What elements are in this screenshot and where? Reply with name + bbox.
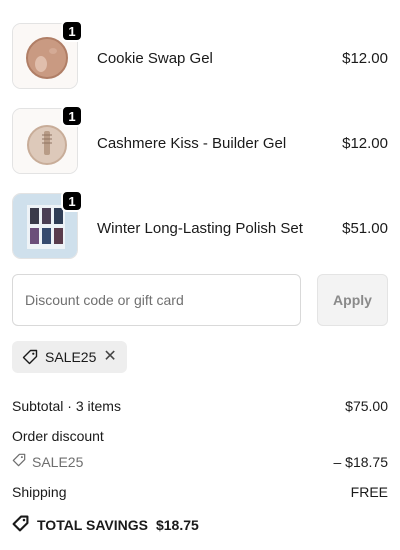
discount-value: – $18.75 [333,453,389,470]
product-thumbnail: 1 [12,190,83,263]
product-thumbnail: 1 [12,20,83,93]
apply-button[interactable]: Apply [317,274,388,326]
subtotal-row: Subtotal · 3 items $75.00 [12,398,388,414]
quantity-badge: 1 [61,20,83,42]
subtotal-value: $75.00 [345,398,388,414]
tag-icon [22,349,38,365]
line-item: 1 Cookie Swap Gel $12.00 [12,20,388,93]
shipping-value: FREE [350,484,388,500]
product-name: Cookie Swap Gel [97,49,213,67]
quantity-badge: 1 [61,190,83,212]
subtotal-label: Subtotal · 3 items [12,398,121,414]
product-price: $12.00 [342,134,388,152]
product-name: Cashmere Kiss - Builder Gel [97,134,287,152]
line-item: 1 Cashmere Kiss - Builder Gel $12.00 [12,105,388,178]
tag-icon [12,515,29,535]
applied-discount-chip: SALE25 ✕ [12,341,127,373]
total-savings-row: TOTAL SAVINGS $18.75 [12,515,388,535]
product-price: $12.00 [342,49,388,67]
discount-code-input[interactable] [12,274,301,326]
shipping-label: Shipping [12,484,67,500]
discount-form: Apply [12,274,388,326]
product-name: Winter Long-Lasting Polish Set [97,219,303,237]
product-thumbnail: 1 [12,105,83,178]
discount-code-label: SALE25 [32,453,84,470]
close-icon[interactable]: ✕ [103,349,116,365]
discount-code-row: SALE25 – $18.75 [12,453,388,470]
total-savings-label: TOTAL SAVINGS [37,517,148,533]
tag-icon [12,453,26,470]
order-discount-label: Order discount [12,428,104,444]
product-price: $51.00 [342,219,388,237]
order-discount-row: Order discount [12,428,388,444]
line-item: 1 Winter Long-Lasting Polish Set $51.00 [12,190,388,263]
total-savings-value: $18.75 [155,517,199,533]
discount-code-tag: SALE25 [12,453,83,470]
order-summary: 1 Cookie Swap Gel $12.00 1 Cashmere Kiss… [0,0,400,550]
quantity-badge: 1 [61,105,83,127]
applied-code-label: SALE25 [45,349,97,365]
shipping-row: Shipping FREE [12,484,388,500]
